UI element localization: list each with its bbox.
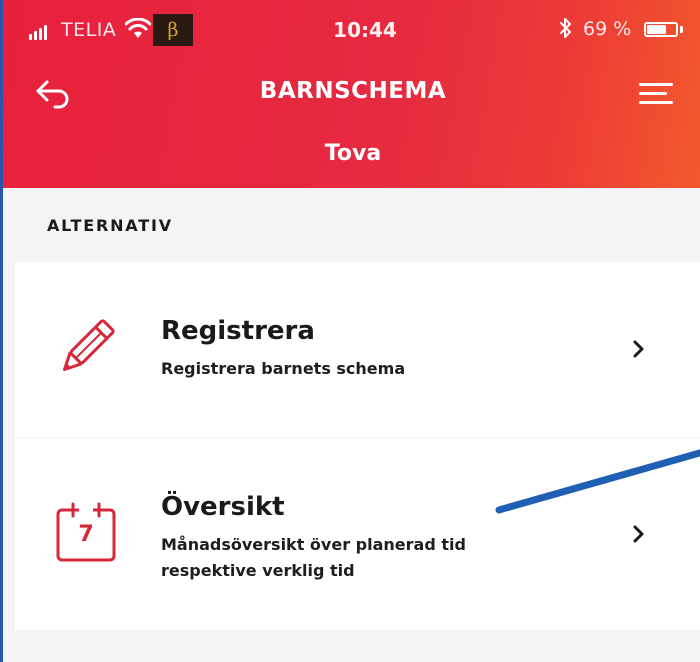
back-arrow-icon[interactable]	[33, 76, 73, 110]
beta-badge: β	[153, 14, 193, 46]
option-registrera[interactable]: Registrera Registrera barnets schema	[15, 262, 700, 437]
option-description: Månadsöversikt över planerad tid respekt…	[161, 535, 466, 580]
clock: 10:44	[333, 18, 397, 42]
option-title: Registrera	[161, 316, 315, 346]
calendar-day: 7	[78, 522, 94, 547]
battery-icon	[644, 22, 678, 37]
chevron-right-icon	[633, 340, 644, 358]
pencil-icon	[62, 319, 115, 372]
page-title: BARNSCHEMA	[259, 78, 447, 104]
status-bar: TELIA β 10:44 69 %	[3, 0, 700, 62]
battery-level	[647, 25, 666, 34]
battery-percent: 69 %	[583, 18, 632, 40]
wifi-icon	[125, 18, 151, 38]
bluetooth-icon	[560, 18, 571, 38]
child-name: Tova	[324, 141, 382, 166]
app-screen: TELIA β 10:44 69 % BARNSCHEMA Tova ALTER…	[0, 0, 700, 662]
section-label: ALTERNATIV	[47, 216, 173, 235]
bottom-area	[3, 630, 700, 662]
option-title: Översikt	[161, 492, 285, 522]
option-description: Registrera barnets schema	[161, 359, 406, 378]
signal-strength-icon	[29, 24, 47, 40]
carrier-name: TELIA	[61, 19, 117, 41]
chevron-right-icon	[633, 525, 644, 543]
battery-tip	[680, 26, 683, 33]
calendar-icon: 7	[55, 500, 117, 564]
option-oversikt[interactable]: 7 Översikt Månadsöversikt över planerad …	[15, 438, 700, 630]
hamburger-menu-icon[interactable]	[637, 76, 677, 110]
